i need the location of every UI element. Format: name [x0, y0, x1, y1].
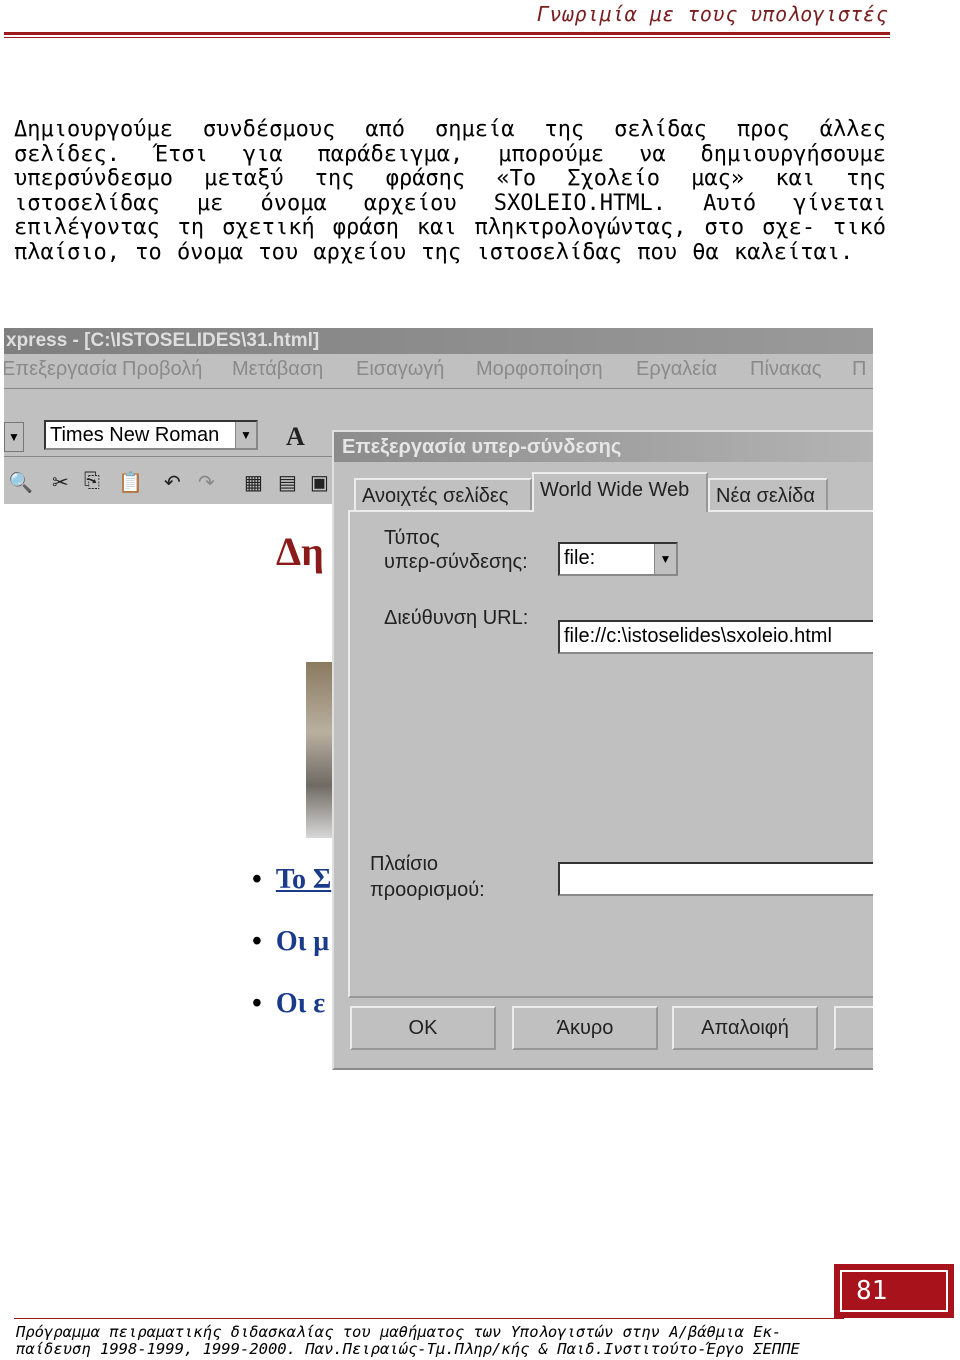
cancel-button[interactable]: Άκυρο: [512, 1006, 658, 1050]
toolbar-separator: [4, 388, 873, 389]
undo-icon[interactable]: ↶: [164, 470, 181, 495]
component-icon[interactable]: ▦: [244, 470, 263, 495]
header-rule-thin: [4, 37, 890, 38]
window-titlebar: xpress - [C:\ISTOSELIDES\31.html]: [4, 328, 873, 354]
menu-format[interactable]: Μορφοποίηση: [476, 356, 603, 382]
dialog-title: Επεξεργασία υπερ-σύνδεσης: [334, 432, 873, 462]
copy-icon[interactable]: ⎘: [84, 470, 100, 493]
redo-icon[interactable]: ↷: [198, 470, 215, 495]
chevron-down-icon[interactable]: ▼: [235, 422, 256, 448]
image-icon[interactable]: ▣: [310, 470, 329, 495]
edit-hyperlink-dialog: Επεξεργασία υπερ-σύνδεσης Ανοιχτές σελίδ…: [332, 430, 873, 1070]
font-size-up-icon[interactable]: A: [286, 422, 305, 452]
menu-tools[interactable]: Εργαλεία: [636, 356, 717, 382]
font-name-combo[interactable]: Times New Roman ▼: [44, 420, 258, 450]
target-frame-input[interactable]: [558, 862, 873, 896]
target-frame-label: Πλαίσιο: [370, 853, 439, 875]
print-preview-icon[interactable]: 🔍: [8, 470, 33, 495]
paste-icon[interactable]: 📋: [118, 470, 143, 495]
footer-rule: [14, 1318, 844, 1319]
ok-button[interactable]: OK: [350, 1006, 496, 1050]
body-paragraph: Δημιουργούμε συνδέσμους από σημεία της σ…: [14, 117, 886, 265]
font-name-value: Times New Roman: [50, 424, 220, 446]
clear-button[interactable]: Απαλοιφή: [672, 1006, 818, 1050]
menu-go[interactable]: Μετάβαση: [232, 356, 323, 382]
menu-table[interactable]: Πίνακας: [750, 356, 821, 382]
hyperlink-type-select[interactable]: file: ▼: [558, 542, 678, 576]
tab-new-page[interactable]: Νέα σελίδα: [708, 478, 828, 510]
tab-open-pages[interactable]: Ανοιχτές σελίδες: [354, 478, 532, 510]
www-tab-panel: Τύπος υπερ-σύνδεσης: file: ▼ Διεύθυνση U…: [348, 510, 873, 998]
menu-view[interactable]: Προβολή: [122, 356, 202, 382]
bullet-item: • Το Σ: [252, 864, 332, 895]
tab-world-wide-web[interactable]: World Wide Web: [532, 472, 708, 512]
running-header: Γνωριμία με τους υπολογιστές: [536, 2, 888, 26]
hyperlink-type-label-2: υπερ-σύνδεσης:: [384, 551, 528, 573]
menu-insert[interactable]: Εισαγωγή: [356, 356, 444, 382]
target-frame-label-2: προορισμού:: [370, 879, 485, 901]
editor-screenshot: xpress - [C:\ISTOSELIDES\31.html] Επεξερ…: [4, 328, 873, 1086]
header-rule: [4, 32, 890, 35]
url-label: Διεύθυνση URL:: [384, 607, 529, 629]
hyperlink-type-label: Τύπος: [384, 527, 440, 549]
bullet-item: • Οι ε: [252, 988, 326, 1019]
menu-edit[interactable]: Επεξεργασία: [4, 356, 117, 382]
page-number-badge: 81: [834, 1264, 954, 1318]
bullet-item: • Οι μ: [252, 926, 330, 957]
cut-icon[interactable]: ✂: [52, 470, 69, 495]
menu-more[interactable]: Π: [852, 356, 866, 382]
url-input[interactable]: file://c:\istoselides\sxoleio.html: [558, 620, 873, 654]
menu-bar: Επεξεργασία Προβολή Μετάβαση Εισαγωγή Μο…: [4, 354, 873, 384]
hyperlink-type-value: file:: [564, 547, 596, 569]
page-number: 81: [840, 1270, 948, 1312]
table-icon[interactable]: ▤: [278, 470, 297, 495]
footer-text: Πρόγραμμα πειραματικής διδασκαλίας του μ…: [16, 1323, 800, 1358]
chevron-down-icon[interactable]: ▼: [654, 544, 676, 574]
document-heading: Δη: [276, 529, 324, 574]
style-combo-arrow[interactable]: ▼: [4, 422, 24, 452]
more-button[interactable]: Πρ: [834, 1006, 873, 1050]
